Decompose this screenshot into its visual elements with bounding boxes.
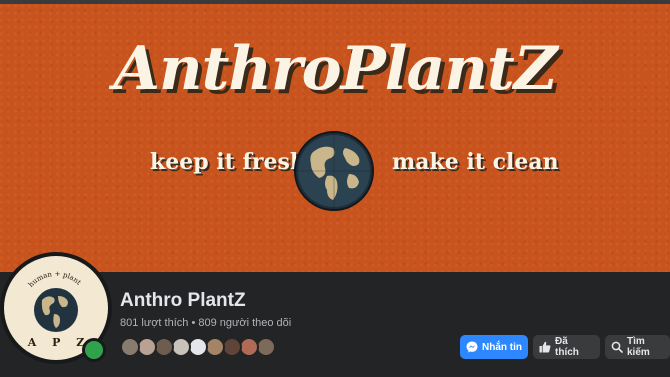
online-status-dot bbox=[82, 338, 106, 362]
search-icon bbox=[611, 341, 623, 353]
friend-avatar-6[interactable] bbox=[205, 337, 225, 357]
friend-avatar-1[interactable] bbox=[120, 337, 140, 357]
liked-button[interactable]: Đã thích bbox=[533, 335, 600, 359]
cover-tagline-right: make it clean bbox=[392, 149, 559, 175]
cover-tagline-left: keep it fresh bbox=[150, 149, 306, 175]
search-button[interactable]: Tìm kiếm bbox=[605, 335, 670, 359]
search-button-label: Tìm kiếm bbox=[627, 336, 650, 358]
page-stats[interactable]: 801 lượt thích • 809 người theo dõi bbox=[120, 317, 291, 329]
friend-avatar-3[interactable] bbox=[154, 337, 174, 357]
friend-avatar-8[interactable] bbox=[239, 337, 259, 357]
friend-avatar-9[interactable] bbox=[256, 337, 276, 357]
cover-photo[interactable]: AnthroPlantZ keep it fresh make it clean bbox=[0, 4, 670, 272]
avatar-ring-text: human + plant bbox=[27, 270, 83, 289]
message-button[interactable]: Nhắn tin bbox=[460, 335, 528, 359]
message-button-label: Nhắn tin bbox=[482, 341, 522, 353]
globe-icon bbox=[294, 131, 374, 211]
cover-title: AnthroPlantZ bbox=[113, 34, 557, 104]
default-avatar-5[interactable] bbox=[188, 337, 208, 357]
friend-avatar-7[interactable] bbox=[222, 337, 242, 357]
friend-avatar-4[interactable] bbox=[171, 337, 191, 357]
liked-button-label: Đã thích bbox=[555, 336, 579, 358]
svg-text:human + plant: human + plant bbox=[27, 270, 83, 289]
messenger-icon bbox=[466, 341, 478, 353]
thumbs-up-icon bbox=[539, 341, 551, 353]
page-title[interactable]: Anthro PlantZ bbox=[120, 290, 246, 312]
friend-avatar-2[interactable] bbox=[137, 337, 157, 357]
